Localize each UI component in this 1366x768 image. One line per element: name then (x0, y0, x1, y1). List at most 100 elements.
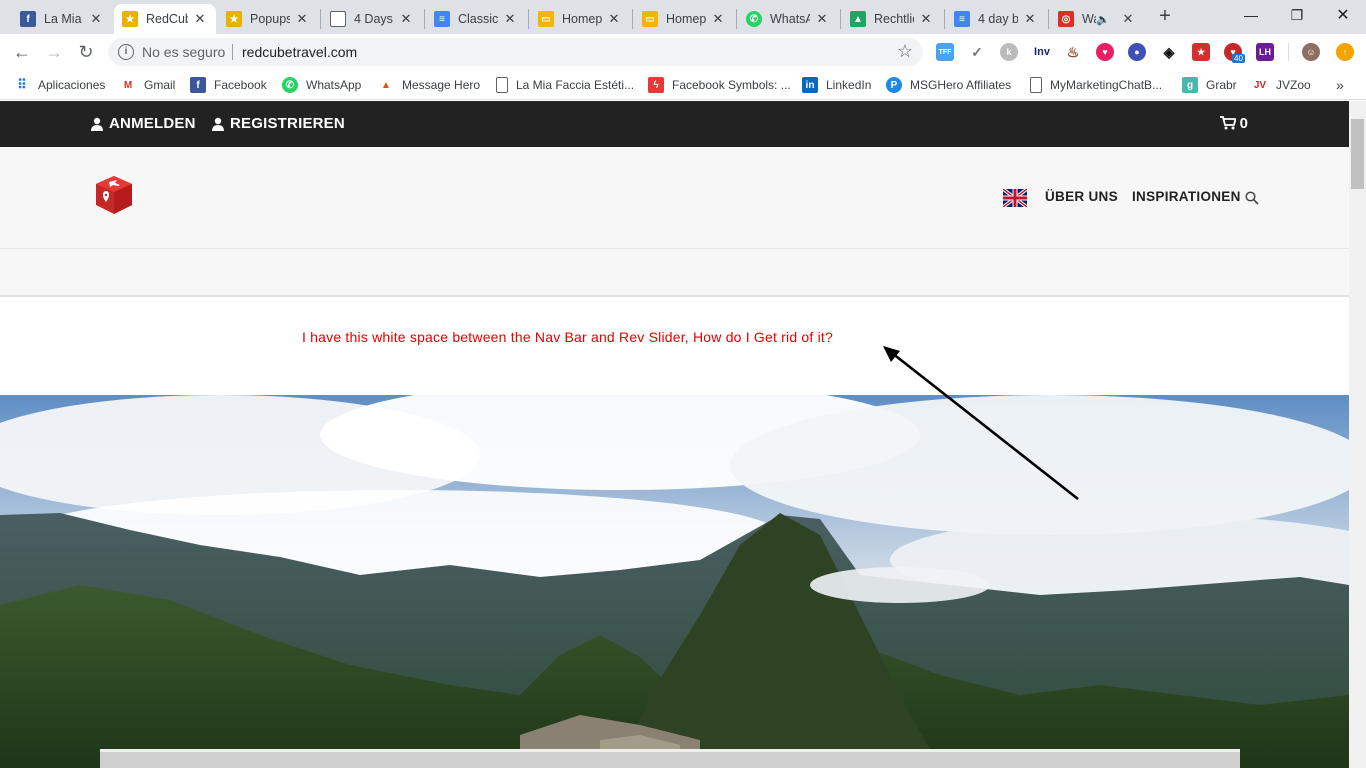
tff-extension-icon[interactable]: TFF (936, 43, 954, 61)
web-icon: ◎ (1058, 11, 1074, 27)
user-icon (91, 117, 103, 131)
tab[interactable]: ◎ Wa 🔈 ✕ (1050, 4, 1144, 34)
tab-separator (944, 9, 945, 29)
bookmark-star-icon[interactable]: ☆ (897, 41, 913, 62)
bookmark-whatsapp[interactable]: ✆ WhatsApp (282, 76, 361, 94)
register-link[interactable]: REGISTRIEREN (212, 115, 345, 132)
tab[interactable]: 4 Days ✕ (322, 4, 422, 34)
new-tab-button[interactable]: + (1155, 6, 1175, 26)
document-icon (1030, 77, 1042, 93)
google-slides-icon: ▭ (538, 11, 554, 27)
redcube-icon: ★ (226, 11, 242, 27)
close-icon[interactable]: ✕ (502, 11, 518, 27)
maximize-button[interactable]: ❐ (1274, 0, 1320, 30)
cart-link[interactable]: 0 (1219, 115, 1248, 132)
close-icon[interactable]: ✕ (1022, 11, 1038, 27)
bookmark-facebook[interactable]: f Facebook (190, 76, 267, 94)
bookmark-gmail[interactable]: M Gmail (120, 76, 176, 94)
tab-separator (424, 9, 425, 29)
tab[interactable]: ≡ Classic ✕ (426, 4, 526, 34)
bookmark-linkedin[interactable]: in LinkedIn (802, 76, 871, 94)
page-viewport: ANMELDEN REGISTRIEREN 0 ÜBER UNS INSPIRA… (0, 101, 1366, 768)
bookmark-msghero-affiliates[interactable]: P MSGHero Affiliates (886, 76, 1011, 94)
forward-button[interactable]: → (42, 40, 66, 64)
bookmark-message-hero[interactable]: ▲ Message Hero (378, 76, 480, 94)
tab[interactable]: ✆ WhatsA ✕ (738, 4, 838, 34)
tab[interactable]: ★ Popups ✕ (218, 4, 318, 34)
nav-inspirations-link[interactable]: INSPIRATIONEN (1132, 189, 1241, 204)
close-icon[interactable]: ✕ (814, 11, 830, 27)
bookmark-facebook-symbols[interactable]: ϟ Facebook Symbols: ... (648, 76, 791, 94)
login-link[interactable]: ANMELDEN (91, 115, 196, 132)
profile-avatar[interactable]: ☺ (1302, 43, 1320, 61)
gmail-icon: M (123, 79, 133, 91)
close-icon[interactable]: ✕ (606, 11, 622, 27)
scrollbar-thumb[interactable] (1351, 119, 1364, 189)
uk-flag-icon[interactable] (1003, 189, 1027, 207)
site-header: ÜBER UNS INSPIRATIONEN (0, 147, 1349, 249)
linkedin-icon: in (802, 77, 818, 93)
divider (1288, 43, 1289, 61)
bookmark-apps[interactable]: ⠿ Aplicaciones (14, 76, 105, 94)
google-slides-icon: ▭ (642, 11, 658, 27)
reload-button[interactable]: ↻ (74, 40, 98, 64)
close-icon[interactable]: ✕ (710, 11, 726, 27)
nav-about-link[interactable]: ÜBER UNS (1045, 189, 1118, 204)
minimize-button[interactable]: — (1228, 0, 1274, 30)
close-window-button[interactable]: ✕ (1320, 0, 1366, 30)
info-icon[interactable]: i (118, 44, 134, 60)
mountain-landscape-image (0, 395, 1349, 768)
tab-separator (320, 9, 321, 29)
inv-extension-icon[interactable]: Inv (1030, 43, 1054, 61)
site-top-bar: ANMELDEN REGISTRIEREN 0 (0, 101, 1349, 147)
lh-extension-icon[interactable]: LH (1256, 43, 1274, 61)
rev-slider-image[interactable] (0, 395, 1349, 768)
tab-separator (1048, 9, 1049, 29)
page-scrollbar[interactable] (1349, 101, 1366, 768)
k-extension-icon[interactable]: k (1000, 43, 1018, 61)
bookmarks-bar: ⠿ Aplicaciones M Gmail f Facebook ✆ What… (0, 70, 1366, 100)
tab-active[interactable]: ★ RedCub ✕ (114, 4, 216, 34)
tab-separator (840, 9, 841, 29)
close-icon[interactable]: ✕ (294, 11, 310, 27)
close-icon[interactable]: ✕ (192, 11, 208, 27)
heart-extension-icon[interactable]: ♥ (1096, 43, 1114, 61)
facebook-icon: f (190, 77, 206, 93)
search-icon[interactable] (1245, 191, 1259, 205)
address-bar[interactable]: i No es seguro redcubetravel.com ☆ (108, 38, 923, 66)
redcube-logo[interactable] (95, 175, 133, 215)
url-text[interactable]: redcubetravel.com (242, 44, 357, 60)
msghero-icon: P (886, 77, 902, 93)
tab[interactable]: f La Mia ✕ (12, 4, 112, 34)
facebook-icon: f (20, 11, 36, 27)
tab[interactable]: ▭ Homep ✕ (634, 4, 734, 34)
speaker-icon[interactable]: 🔈 (1096, 13, 1110, 26)
layers-extension-icon[interactable]: ◈ (1160, 43, 1178, 61)
divider (232, 44, 233, 60)
bookmark-mymarketingchat[interactable]: MyMarketingChatB... (1030, 76, 1162, 94)
more-bookmarks-icon[interactable]: » (1336, 76, 1344, 94)
google-docs-icon: ≡ (434, 11, 450, 27)
close-icon[interactable]: ✕ (918, 11, 934, 27)
close-icon[interactable]: ✕ (398, 11, 414, 27)
drink-extension-icon[interactable]: ♨ (1064, 43, 1082, 61)
check-extension-icon[interactable]: ✓ (968, 43, 986, 61)
tab[interactable]: ▭ Homep ✕ (530, 4, 630, 34)
close-icon[interactable]: ✕ (88, 11, 104, 27)
close-icon[interactable]: ✕ (1120, 11, 1136, 27)
bookmark-jvzoo[interactable]: JV JVZoo (1252, 76, 1311, 94)
badge-count: 40 (1232, 54, 1245, 63)
star-extension-icon[interactable]: ★ (1192, 43, 1210, 61)
document-icon (330, 11, 346, 27)
sub-navigation-bar (0, 249, 1349, 297)
security-label[interactable]: No es seguro (142, 44, 225, 60)
back-button[interactable]: ← (10, 40, 34, 64)
google-drive-icon: ▲ (850, 11, 866, 27)
tab[interactable]: ≡ 4 day b ✕ (946, 4, 1046, 34)
grabr-icon: g (1182, 77, 1198, 93)
update-icon[interactable]: ↑ (1336, 43, 1354, 61)
bookmark-grabr[interactable]: g Grabr (1182, 76, 1237, 94)
bookmark-la-mia-faccia[interactable]: La Mia Faccia Estéti... (496, 76, 634, 94)
person-extension-icon[interactable]: ● (1128, 43, 1146, 61)
tab[interactable]: ▲ Rechtlic ✕ (842, 4, 942, 34)
